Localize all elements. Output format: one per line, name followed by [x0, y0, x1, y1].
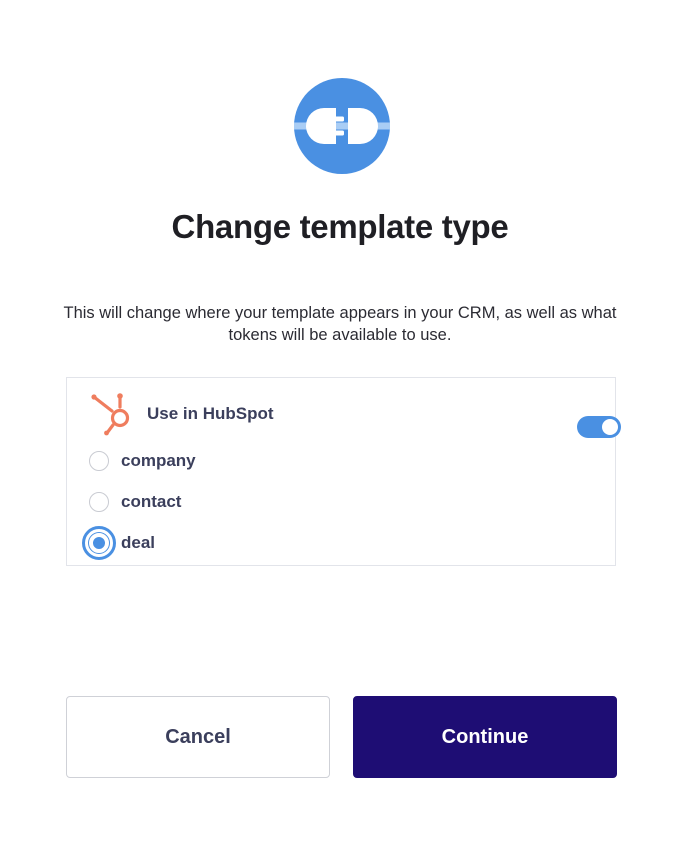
- integration-panel: Use in HubSpot company contact deal: [66, 377, 621, 566]
- integration-label: Use in HubSpot: [147, 404, 274, 423]
- continue-button[interactable]: Continue: [353, 696, 617, 778]
- dialog-description: This will change where your template app…: [63, 304, 617, 344]
- option-label-deal: deal: [121, 533, 156, 552]
- option-company[interactable]: company: [89, 450, 389, 474]
- option-contact[interactable]: contact: [89, 491, 389, 515]
- option-deal[interactable]: deal: [82, 526, 389, 560]
- radio-deal[interactable]: [82, 526, 116, 560]
- hubspot-logo-icon: [91, 393, 130, 436]
- hubspot-toggle[interactable]: [577, 416, 621, 438]
- integration-row: Use in HubSpot: [91, 392, 621, 438]
- plug-icon: [294, 78, 390, 174]
- cancel-button[interactable]: Cancel: [66, 696, 330, 778]
- option-label-contact: contact: [121, 492, 182, 511]
- toggle-knob: [602, 419, 618, 435]
- radio-company[interactable]: [89, 451, 109, 471]
- radio-contact[interactable]: [89, 492, 109, 512]
- option-label-company: company: [121, 451, 196, 470]
- dialog-title: Change template type: [171, 208, 509, 245]
